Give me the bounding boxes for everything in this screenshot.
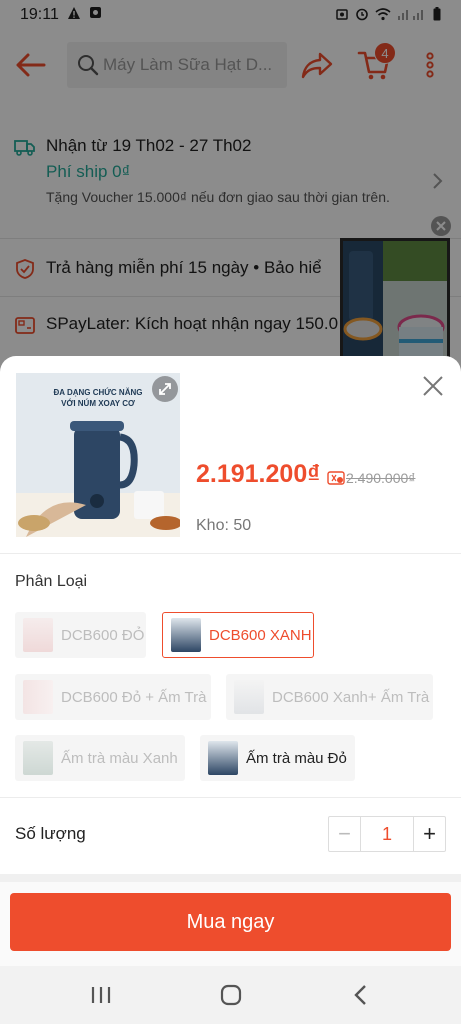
quantity-label: Số lượng — [15, 824, 86, 843]
system-nav-bar — [0, 966, 461, 1024]
variant-thumbnail — [171, 618, 201, 652]
image-caption-line2: VỚI NÚM XOAY CƠ — [61, 399, 135, 408]
variant-label: DCB600 Xanh+ Ấm Trà — [272, 688, 430, 706]
variant-option-dcb600-xanh[interactable]: DCB600 XANH — [162, 612, 314, 658]
variant-option-dcb600-do-am-tra[interactable]: DCB600 Đỏ + Ấm Trà — [15, 674, 211, 720]
close-icon[interactable] — [421, 374, 445, 398]
variant-option-am-tra-xanh[interactable]: Ấm trà màu Xanh — [15, 735, 185, 781]
variant-thumbnail — [23, 618, 53, 652]
home-icon[interactable] — [216, 980, 246, 1010]
stock-count: Kho: 50 — [196, 517, 252, 534]
variant-label: Ấm trà màu Đỏ — [246, 749, 347, 767]
variant-section-title: Phân Loại — [15, 573, 88, 590]
image-caption-line1: ĐA DẠNG CHỨC NĂNG — [53, 388, 142, 397]
variant-option-dcb600-do[interactable]: DCB600 ĐỎ — [15, 612, 146, 658]
original-price: 2.490.000₫ — [346, 470, 416, 486]
variant-thumbnail — [234, 680, 264, 714]
quantity-stepper: − 1 + — [328, 816, 446, 852]
current-price: 2.191.200₫ — [196, 460, 321, 488]
variant-label: DCB600 ĐỎ — [61, 626, 145, 644]
variant-option-dcb600-xanh-am-tra[interactable]: DCB600 Xanh+ Ấm Trà — [226, 674, 433, 720]
divider — [0, 553, 461, 554]
divider — [0, 797, 461, 798]
variant-option-am-tra-do[interactable]: Ấm trà màu Đỏ — [200, 735, 355, 781]
back-nav-icon[interactable] — [346, 980, 376, 1010]
voucher-tag-icon — [327, 471, 345, 485]
variant-bottom-sheet: ĐA DẠNG CHỨC NĂNG VỚI NÚM XOAY CƠ 2.191.… — [0, 356, 461, 966]
buy-now-button[interactable]: Mua ngay — [10, 893, 451, 951]
variant-thumbnail — [23, 680, 53, 714]
recent-apps-icon[interactable] — [86, 980, 116, 1010]
variant-label: DCB600 XANH — [209, 626, 312, 644]
variant-thumbnail — [208, 741, 238, 775]
quantity-value[interactable]: 1 — [361, 817, 413, 851]
expand-image-icon[interactable] — [152, 376, 178, 402]
variant-label: Ấm trà màu Xanh — [61, 749, 178, 767]
variant-label: DCB600 Đỏ + Ấm Trà — [61, 688, 207, 706]
variant-thumbnail — [23, 741, 53, 775]
quantity-decrease-button[interactable]: − — [329, 817, 361, 851]
quantity-increase-button[interactable]: + — [413, 817, 445, 851]
